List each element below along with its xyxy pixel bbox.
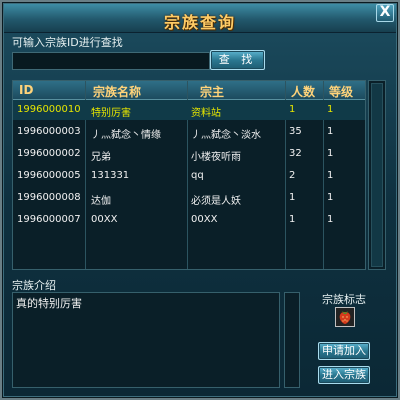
cell-clan-name: 特别厉害: [91, 108, 131, 119]
column-header-id[interactable]: ID: [19, 83, 33, 97]
cell-level: 1: [327, 214, 334, 225]
search-button[interactable]: 查 找: [210, 50, 265, 70]
cell-id: 1996000007: [17, 214, 81, 225]
table-row[interactable]: 1996000005 131331 qq 2 1: [13, 166, 365, 186]
cell-clan-name: 丿灬弑念丶情缘: [91, 130, 161, 141]
emblem-label: 宗族标志: [322, 293, 366, 306]
cell-members: 1: [289, 192, 296, 203]
cell-clan-name: 达伽: [91, 196, 111, 207]
clan-emblem[interactable]: [335, 307, 355, 327]
table-row[interactable]: 1996000002 兄弟 小楼夜听雨 32 1: [13, 144, 365, 164]
cell-level: 1: [327, 170, 334, 181]
intro-text: 真的特别厉害: [16, 297, 82, 310]
title-bar[interactable]: 宗族查询: [4, 4, 396, 33]
cell-level: 1: [327, 126, 334, 137]
column-header-clan-name[interactable]: 宗族名称: [93, 83, 141, 100]
column-header-level[interactable]: 等级: [329, 83, 353, 100]
cell-id: 1996000002: [17, 148, 81, 159]
table-row[interactable]: 1996000003 丿灬弑念丶情缘 丿灬弑念丶淡水 35 1: [13, 122, 365, 142]
cell-id: 1996000003: [17, 126, 81, 137]
enter-clan-button[interactable]: 进入宗族: [318, 366, 370, 384]
cell-members: 1: [289, 214, 296, 225]
clan-table: ID 宗族名称 宗主 人数 等级 1996000010 特别厉害 资料站 1 1…: [12, 80, 366, 270]
cell-level: 1: [327, 104, 334, 115]
table-row[interactable]: 1996000010 特别厉害 资料站 1 1: [13, 100, 365, 120]
column-header-members[interactable]: 人数: [291, 83, 315, 100]
cell-level: 1: [327, 192, 334, 203]
table-header: ID 宗族名称 宗主 人数 等级: [13, 81, 365, 100]
cell-members: 32: [289, 148, 302, 159]
intro-label: 宗族介绍: [12, 279, 56, 292]
search-input[interactable]: [12, 52, 210, 70]
cell-members: 1: [289, 104, 296, 115]
cell-leader: qq: [191, 170, 204, 181]
cell-leader: 小楼夜听雨: [191, 152, 241, 163]
cell-leader: 丿灬弑念丶淡水: [191, 130, 261, 141]
search-label: 可输入宗族ID进行查找: [12, 36, 123, 49]
cell-leader: 必须是人妖: [191, 196, 241, 207]
apply-join-button[interactable]: 申请加入: [318, 342, 370, 360]
cell-members: 2: [289, 170, 296, 181]
cell-clan-name: 131331: [91, 170, 130, 181]
scrollbar-thumb[interactable]: [371, 83, 383, 267]
cell-members: 35: [289, 126, 302, 137]
cell-clan-name: 兄弟: [91, 152, 111, 163]
close-button[interactable]: X: [376, 4, 394, 22]
table-scrollbar[interactable]: [368, 80, 386, 270]
cell-leader: 00XX: [191, 214, 218, 225]
window-title: 宗族查询: [163, 13, 236, 32]
column-header-leader[interactable]: 宗主: [200, 83, 224, 100]
intro-scrollbar[interactable]: [284, 292, 300, 388]
cell-id: 1996000008: [17, 192, 81, 203]
table-row[interactable]: 1996000008 达伽 必须是人妖 1 1: [13, 188, 365, 208]
table-row[interactable]: 1996000007 00XX 00XX 1 1: [13, 210, 365, 230]
intro-textbox[interactable]: 真的特别厉害: [12, 292, 280, 388]
cell-clan-name: 00XX: [91, 214, 118, 225]
cell-id: 1996000010: [17, 104, 81, 115]
cell-leader: 资料站: [191, 108, 221, 119]
close-icon: X: [379, 4, 391, 20]
strawberry-emblem-icon: [339, 311, 351, 324]
cell-id: 1996000005: [17, 170, 81, 181]
cell-level: 1: [327, 148, 334, 159]
